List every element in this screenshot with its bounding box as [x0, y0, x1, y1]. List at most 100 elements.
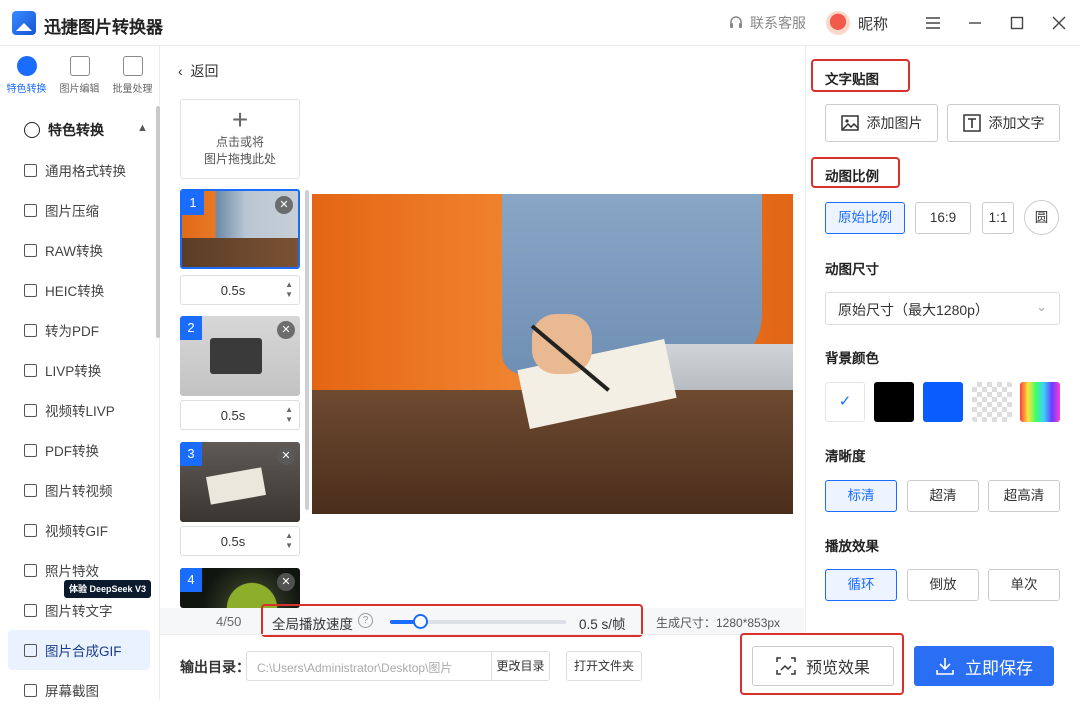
add-image-dropzone[interactable]: + 点击或将 图片拖拽此处	[180, 99, 300, 179]
sidebar-item-label: 屏幕截图	[45, 684, 99, 699]
section-title: 特色转换	[48, 122, 104, 138]
back-link[interactable]: ‹ 返回	[178, 61, 218, 81]
bg-color-black[interactable]	[874, 382, 914, 422]
pdf-convert-icon	[24, 443, 37, 457]
sidebar-item[interactable]: 转为PDF	[8, 310, 150, 350]
clarity-standard-button[interactable]: 标清	[825, 480, 897, 512]
play-once-button[interactable]: 单次	[988, 569, 1060, 601]
frame-duration-stepper[interactable]: 0.5s ▲ ▼	[180, 400, 300, 430]
frame-duration-stepper[interactable]: 0.5s ▲ ▼	[180, 275, 300, 305]
sidebar-item[interactable]: HEIC转换	[8, 270, 150, 310]
sidebar-scrollbar[interactable]	[156, 106, 160, 338]
add-text-button[interactable]: 添加文字	[947, 104, 1060, 142]
ratio-circle-button[interactable]: 圆	[1024, 200, 1059, 235]
sidebar-list: 通用格式转换 图片压缩 RAW转换 HEIC转换 转为PDF LIVP转换 视频…	[8, 150, 150, 710]
output-size: 生成尺寸：1280*853px	[656, 616, 781, 630]
remove-icon[interactable]: ✕	[277, 573, 295, 591]
frame-number: 3	[180, 442, 202, 466]
support-link[interactable]: 联系客服	[728, 13, 806, 33]
minimize-button[interactable]	[954, 0, 996, 46]
back-label: 返回	[190, 63, 219, 79]
text-icon	[962, 114, 981, 132]
remove-icon[interactable]: ✕	[277, 321, 295, 339]
title-bar: 迅捷图片转换器 联系客服 昵称	[0, 0, 1080, 46]
section-icon	[24, 122, 40, 138]
sidebar-item-label: PDF转换	[45, 444, 99, 459]
save-button[interactable]: 立即保存	[914, 646, 1054, 686]
nickname[interactable]: 昵称	[858, 13, 888, 34]
frame-count: 4/50	[216, 614, 242, 629]
ratio-16-9-button[interactable]: 16:9	[915, 202, 971, 234]
nav-tab-image-edit[interactable]: 图片编辑	[53, 56, 106, 102]
bg-color-blue[interactable]	[923, 382, 963, 422]
heic-icon	[24, 283, 37, 297]
nav-tab-convert[interactable]: 特色转换	[0, 56, 53, 102]
sidebar-item[interactable]: RAW转换	[8, 230, 150, 270]
section-header[interactable]: 特色转换	[24, 120, 104, 140]
clarity-ultra-button[interactable]: 超高清	[988, 480, 1060, 512]
frame-thumbnail[interactable]: 3 ✕	[180, 442, 300, 522]
image-icon	[840, 115, 859, 131]
add-image-button[interactable]: 添加图片	[825, 104, 938, 142]
chevron-up-icon[interactable]: ▲	[137, 122, 148, 134]
photo-effect-icon	[24, 563, 37, 577]
frame-thumbnail[interactable]: 2 ✕	[180, 316, 300, 396]
nav-tab-batch[interactable]: 批量处理	[106, 56, 159, 102]
ratio-original-button[interactable]: 原始比例	[825, 202, 905, 234]
sidebar-item[interactable]: LIVP转换	[8, 350, 150, 390]
bg-title: 背景颜色	[825, 351, 879, 366]
format-icon	[24, 163, 37, 177]
sidebar-item-label: RAW转换	[45, 244, 103, 259]
sidebar-item[interactable]: 视频转LIVP	[8, 390, 150, 430]
size-title: 动图尺寸	[825, 262, 879, 277]
add-image-label: 添加图片	[866, 115, 923, 131]
check-icon: ✓	[838, 393, 852, 410]
sidebar-item[interactable]: PDF转换	[8, 430, 150, 470]
sidebar-item[interactable]: 通用格式转换	[8, 150, 150, 190]
frame-thumbnail[interactable]: 1 ✕	[180, 189, 300, 269]
sidebar-item-label: 图片压缩	[45, 204, 99, 219]
sidebar-item-label: 照片特效	[45, 564, 99, 579]
frame-thumbnail[interactable]: 4 ✕	[180, 568, 300, 608]
sidebar-item[interactable]: 图片转视频	[8, 470, 150, 510]
deepseek-badge[interactable]: 体验 DeepSeek V3	[64, 580, 152, 598]
ocr-icon	[24, 603, 37, 617]
frame-duration-value: 0.5s	[220, 408, 246, 423]
stepper-arrows-icon[interactable]: ▲ ▼	[285, 280, 293, 300]
frame-number: 2	[180, 316, 202, 340]
chevron-down-icon: ⌄	[1036, 299, 1047, 314]
close-button[interactable]	[1038, 0, 1080, 46]
output-path-field[interactable]: C:\Users\Administrator\Desktop\图片	[246, 651, 492, 681]
compress-icon	[24, 203, 37, 217]
frame-duration-stepper[interactable]: 0.5s ▲ ▼	[180, 526, 300, 556]
sidebar-item-label: LIVP转换	[45, 364, 102, 379]
stepper-arrows-icon[interactable]: ▲ ▼	[285, 531, 293, 551]
bg-color-white[interactable]: ✓	[825, 382, 865, 422]
bg-color-custom[interactable]	[1020, 382, 1060, 422]
pdf-icon	[24, 323, 37, 337]
ratio-1-1-button[interactable]: 1:1	[982, 202, 1014, 234]
sidebar-item-label: 视频转LIVP	[45, 404, 115, 419]
clarity-high-button[interactable]: 超清	[907, 480, 979, 512]
sidebar-item-gif[interactable]: 图片合成GIF	[8, 630, 150, 670]
sidebar-item-label: 视频转GIF	[45, 524, 108, 539]
change-dir-button[interactable]: 更改目录	[491, 651, 550, 681]
play-reverse-button[interactable]: 倒放	[907, 569, 979, 601]
sidebar-item[interactable]: 视频转GIF	[8, 510, 150, 550]
remove-icon[interactable]: ✕	[275, 196, 293, 214]
open-folder-button[interactable]: 打开文件夹	[566, 651, 642, 681]
video-livp-icon	[24, 403, 37, 417]
sidebar-item[interactable]: 屏幕截图	[8, 670, 150, 710]
menu-button[interactable]	[912, 0, 954, 46]
maximize-button[interactable]	[996, 0, 1038, 46]
sidebar-item[interactable]: 图片压缩	[8, 190, 150, 230]
play-loop-button[interactable]: 循环	[825, 569, 897, 601]
stepper-arrows-icon[interactable]: ▲ ▼	[285, 405, 293, 425]
bg-color-transparent[interactable]	[972, 382, 1012, 422]
size-select[interactable]: 原始尺寸（最大1280p） ⌄	[825, 292, 1060, 325]
frame-number: 1	[182, 191, 204, 215]
avatar[interactable]	[825, 11, 850, 35]
video-gif-icon	[24, 523, 37, 537]
remove-icon[interactable]: ✕	[277, 447, 295, 465]
frames-scrollbar[interactable]	[305, 190, 309, 510]
